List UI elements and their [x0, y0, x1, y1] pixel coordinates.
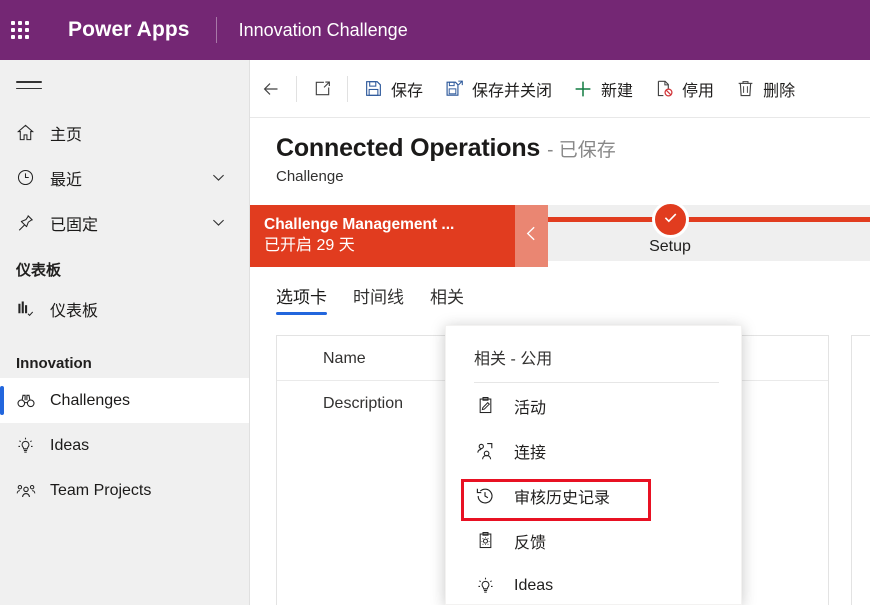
save-button-label: 保存 — [391, 82, 424, 100]
trash-icon — [734, 78, 756, 100]
clock-icon — [16, 168, 50, 187]
delete-button[interactable]: 删除 — [724, 60, 805, 117]
app-root: Power Apps Innovation Challenge 主页 最近 已固… — [0, 0, 870, 605]
sidebar-item-home[interactable]: 主页 — [0, 110, 249, 155]
sidebar-item-label: 仪表板 — [50, 302, 99, 320]
record-header: Connected Operations - 已保存 Challenge — [250, 118, 870, 200]
sidebar-item-label: 已固定 — [50, 216, 99, 234]
sidebar-item-recent[interactable]: 最近 — [0, 155, 249, 200]
command-divider — [347, 75, 348, 102]
sidebar-item-ideas[interactable]: Ideas — [0, 423, 249, 468]
tab-timeline[interactable]: 时间线 — [353, 283, 404, 317]
back-arrow-icon — [260, 78, 282, 100]
new-button-label: 新建 — [601, 82, 634, 100]
flyout-item-label: 审核历史记录 — [514, 489, 611, 507]
sidebar-item-label: 主页 — [50, 126, 83, 144]
bpf-stage-node-setup[interactable] — [652, 201, 689, 238]
lightbulb-icon — [16, 436, 50, 455]
bpf-current-stage[interactable]: Challenge Management ... 已开启 29 天 — [250, 205, 515, 267]
home-icon — [16, 123, 50, 142]
sidebar-item-label: Challenges — [50, 391, 131, 409]
form-side-card — [851, 335, 870, 605]
bpf-stage-label-setup: Setup — [649, 238, 691, 255]
deactivate-icon — [653, 78, 675, 100]
sidebar-item-dashboard[interactable]: 仪表板 — [0, 286, 249, 331]
flyout-item-label: 反馈 — [514, 534, 547, 552]
check-icon — [662, 209, 679, 231]
sidebar-section-innovation: Innovation — [16, 355, 92, 372]
open-in-new-window-button[interactable] — [301, 60, 343, 117]
history-clock-icon — [474, 486, 496, 506]
command-divider — [296, 75, 297, 102]
flyout-item-ideas[interactable]: Ideas — [446, 563, 741, 605]
business-process-flow: Challenge Management ... 已开启 29 天 Setup — [250, 201, 870, 267]
activity-clipboard-icon — [474, 396, 496, 415]
record-entity-label: Challenge — [276, 168, 344, 185]
feedback-clipboard-icon — [474, 531, 496, 550]
save-button[interactable]: 保存 — [352, 60, 433, 117]
record-title-row: Connected Operations - 已保存 — [276, 134, 870, 163]
flyout-item-label: 连接 — [514, 444, 547, 462]
deactivate-button-label: 停用 — [682, 82, 715, 100]
people-team-icon — [16, 481, 50, 501]
chevron-down-icon[interactable] — [210, 214, 227, 231]
new-button[interactable]: 新建 — [562, 60, 643, 117]
tab-related[interactable]: 相关 — [430, 283, 464, 317]
related-flyout-menu: 相关 - 公用 活动 连接 审核历史记录 反馈 Ideas — [445, 325, 742, 605]
bpf-progress-line — [548, 217, 870, 222]
sidebar-item-label: 最近 — [50, 171, 83, 189]
sidebar: 主页 最近 已固定 仪表板 仪表板 Innovation Challenges … — [0, 60, 250, 605]
binoculars-icon — [16, 391, 50, 411]
app-launcher-icon[interactable] — [0, 0, 40, 60]
save-icon — [362, 78, 384, 100]
lightbulb-icon — [474, 576, 496, 595]
dashboard-icon — [16, 299, 50, 318]
sidebar-item-pinned[interactable]: 已固定 — [0, 200, 249, 245]
back-button[interactable] — [250, 60, 292, 117]
chevron-down-icon[interactable] — [210, 169, 227, 186]
flyout-item-label: 活动 — [514, 399, 547, 417]
save-status-label: - 已保存 — [547, 140, 616, 161]
sidebar-item-team-projects[interactable]: Team Projects — [0, 468, 249, 513]
command-bar: 保存 保存并关闭 新建 停用 删除 — [250, 60, 870, 118]
open-in-new-window-icon — [311, 78, 333, 100]
app-name-label[interactable]: Innovation Challenge — [239, 20, 408, 41]
connections-people-icon — [474, 441, 496, 461]
tab-general[interactable]: 选项卡 — [276, 283, 327, 317]
flyout-title: 相关 - 公用 — [474, 351, 553, 368]
flyout-item-label: Ideas — [514, 576, 554, 594]
chevron-left-icon — [522, 224, 541, 248]
deactivate-button[interactable]: 停用 — [643, 60, 724, 117]
plus-icon — [572, 78, 594, 100]
bpf-stage-duration: 已开启 29 天 — [264, 237, 355, 254]
flyout-item-audit-history[interactable]: 审核历史记录 — [446, 473, 741, 518]
sidebar-section-dashboards: 仪表板 — [16, 262, 62, 279]
flyout-item-activities[interactable]: 活动 — [446, 383, 741, 428]
brand-divider — [215, 17, 217, 43]
save-and-close-button-label: 保存并关闭 — [472, 82, 553, 100]
flyout-item-connections[interactable]: 连接 — [446, 428, 741, 473]
form-tab-list: 选项卡 时间线 相关 — [250, 267, 870, 317]
sidebar-item-label: Ideas — [50, 436, 90, 454]
sidebar-item-label: Team Projects — [50, 481, 152, 499]
bpf-collapse-button[interactable] — [515, 205, 548, 267]
save-and-close-icon — [443, 78, 465, 100]
bpf-stage-name: Challenge Management ... — [264, 216, 455, 233]
sidebar-item-challenges[interactable]: Challenges — [0, 378, 249, 423]
page-title[interactable]: Connected Operations — [276, 134, 540, 163]
top-app-bar: Power Apps Innovation Challenge — [0, 0, 870, 60]
brand-title[interactable]: Power Apps — [68, 18, 190, 42]
delete-button-label: 删除 — [763, 82, 796, 100]
hamburger-menu-icon[interactable] — [0, 60, 249, 110]
save-and-close-button[interactable]: 保存并关闭 — [433, 60, 562, 117]
pin-icon — [16, 213, 50, 232]
flyout-item-feedback[interactable]: 反馈 — [446, 518, 741, 563]
